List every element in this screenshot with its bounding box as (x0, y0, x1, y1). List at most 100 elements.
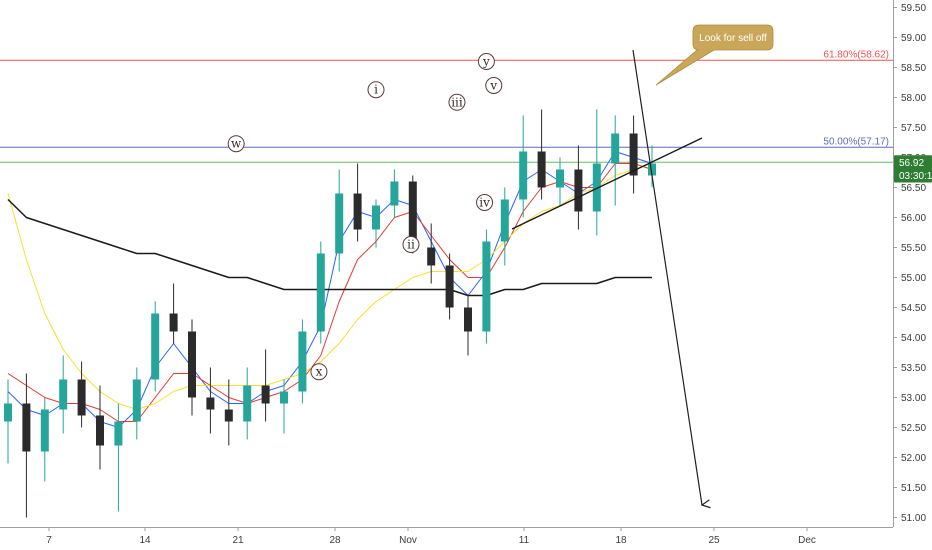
candle-body (482, 241, 491, 332)
y-tick-label: 53.50 (901, 363, 926, 374)
candle-body (114, 421, 123, 446)
candle-body (206, 397, 215, 410)
candle[interactable] (59, 355, 68, 434)
candles (4, 109, 656, 518)
wave-label-text: i (374, 83, 378, 97)
wave-label-w[interactable]: w (227, 135, 245, 153)
candle[interactable] (390, 169, 399, 218)
wave-label-iii[interactable]: iii (448, 93, 466, 111)
candle-body (77, 379, 86, 416)
candle[interactable] (22, 373, 31, 518)
candle[interactable] (592, 109, 601, 236)
wave-label-i[interactable]: i (367, 81, 385, 99)
x-tick-label: 18 (615, 535, 627, 546)
price-level-label-0: 61.80%(58.62) (823, 49, 889, 60)
moving-average-2 (7, 163, 653, 410)
candle-body (243, 385, 252, 422)
price-chart[interactable]: 61.80%(58.62)50.00%(57.17) wxiiiiiiivvy … (0, 0, 932, 550)
wave-label-y[interactable]: y (477, 53, 495, 70)
x-tick-label: 28 (329, 535, 341, 546)
x-tick-label: 11 (519, 535, 530, 546)
candle[interactable] (464, 295, 472, 356)
candle[interactable] (353, 163, 362, 242)
candle[interactable] (169, 283, 178, 344)
y-tick-label: 52.50 (901, 423, 926, 434)
candle[interactable] (261, 349, 270, 422)
candle[interactable] (151, 301, 160, 392)
candle-body (22, 403, 31, 452)
wave-label-text: ii (407, 238, 415, 252)
candle[interactable] (206, 367, 215, 434)
candle[interactable] (556, 157, 564, 206)
candle[interactable] (280, 379, 288, 434)
candle[interactable] (188, 319, 196, 416)
price-badge-1: 03:30:19 (894, 168, 932, 183)
candle[interactable] (132, 367, 141, 440)
candle[interactable] (4, 379, 12, 464)
candle-body (500, 199, 509, 242)
candle[interactable] (611, 115, 620, 206)
callout[interactable]: Look for sell off (655, 24, 774, 86)
y-tick-label: 55.50 (901, 243, 926, 254)
x-tick-label: Nov (399, 535, 417, 546)
candle[interactable] (629, 115, 638, 194)
wave-label-x[interactable]: x (310, 363, 328, 381)
wave-label-text: x (316, 365, 323, 379)
moving-average-1 (7, 163, 653, 422)
candle-body (335, 193, 344, 254)
candle[interactable] (77, 361, 86, 428)
candle-body (464, 307, 472, 332)
x-axis[interactable]: 7 14 21 28 Nov 11 18 25 Dec (0, 527, 893, 546)
candle-body (151, 313, 160, 380)
y-tick-label: 52.00 (901, 453, 926, 464)
candle[interactable] (445, 253, 454, 320)
candle-body (445, 265, 454, 308)
y-tick-label: 57.50 (901, 123, 926, 134)
wave-label-text: iv (479, 196, 490, 210)
candle-body (519, 151, 528, 200)
candle-body (4, 403, 12, 422)
candle[interactable] (316, 241, 325, 344)
candle-body (556, 169, 564, 188)
candle[interactable] (500, 187, 509, 266)
moving-averages (7, 151, 653, 428)
candle-body (40, 409, 49, 452)
candle[interactable] (648, 145, 656, 188)
candle[interactable] (224, 379, 233, 446)
y-tick-label: 56.00 (901, 213, 926, 224)
candle-body (59, 379, 68, 410)
candle-body (611, 133, 620, 164)
y-tick-label: 54.00 (901, 333, 926, 344)
y-tick-label: 51.00 (901, 513, 926, 524)
candle-body (169, 313, 178, 332)
candle[interactable] (96, 385, 104, 470)
candle[interactable] (519, 115, 528, 218)
candle-body (188, 331, 196, 398)
x-tick-label: 21 (232, 535, 244, 546)
wave-label-text: v (489, 79, 497, 93)
candle-body (537, 151, 546, 188)
y-tick-label: 59.50 (901, 3, 926, 14)
candle[interactable] (298, 319, 307, 404)
price-level-label-1: 50.00%(57.17) (823, 136, 889, 147)
candle[interactable] (243, 367, 252, 440)
wave-label-iv[interactable]: iv (476, 194, 494, 211)
candle[interactable] (372, 199, 380, 248)
price-badge-0: 56.92 (894, 155, 932, 170)
wave-label-v[interactable]: v (485, 77, 503, 94)
candle[interactable] (574, 145, 583, 230)
candle-body (372, 205, 380, 230)
x-tick-label: 7 (46, 535, 52, 546)
wave-label-text: w (231, 137, 242, 151)
price-badge-text: 56.92 (899, 158, 924, 169)
candle[interactable] (482, 229, 491, 344)
wave-label-ii[interactable]: ii (402, 236, 420, 253)
x-tick-label: 25 (708, 535, 720, 546)
candle[interactable] (537, 109, 546, 200)
y-axis[interactable]: 51.00 51.50 52.00 52.50 53.00 53.50 54.00 54.50… (893, 0, 926, 527)
candle-body (132, 379, 141, 422)
candle[interactable] (40, 397, 49, 482)
candle-body (96, 415, 104, 446)
y-tick-label: 56.50 (901, 183, 926, 194)
y-tick-label: 54.50 (901, 303, 926, 314)
